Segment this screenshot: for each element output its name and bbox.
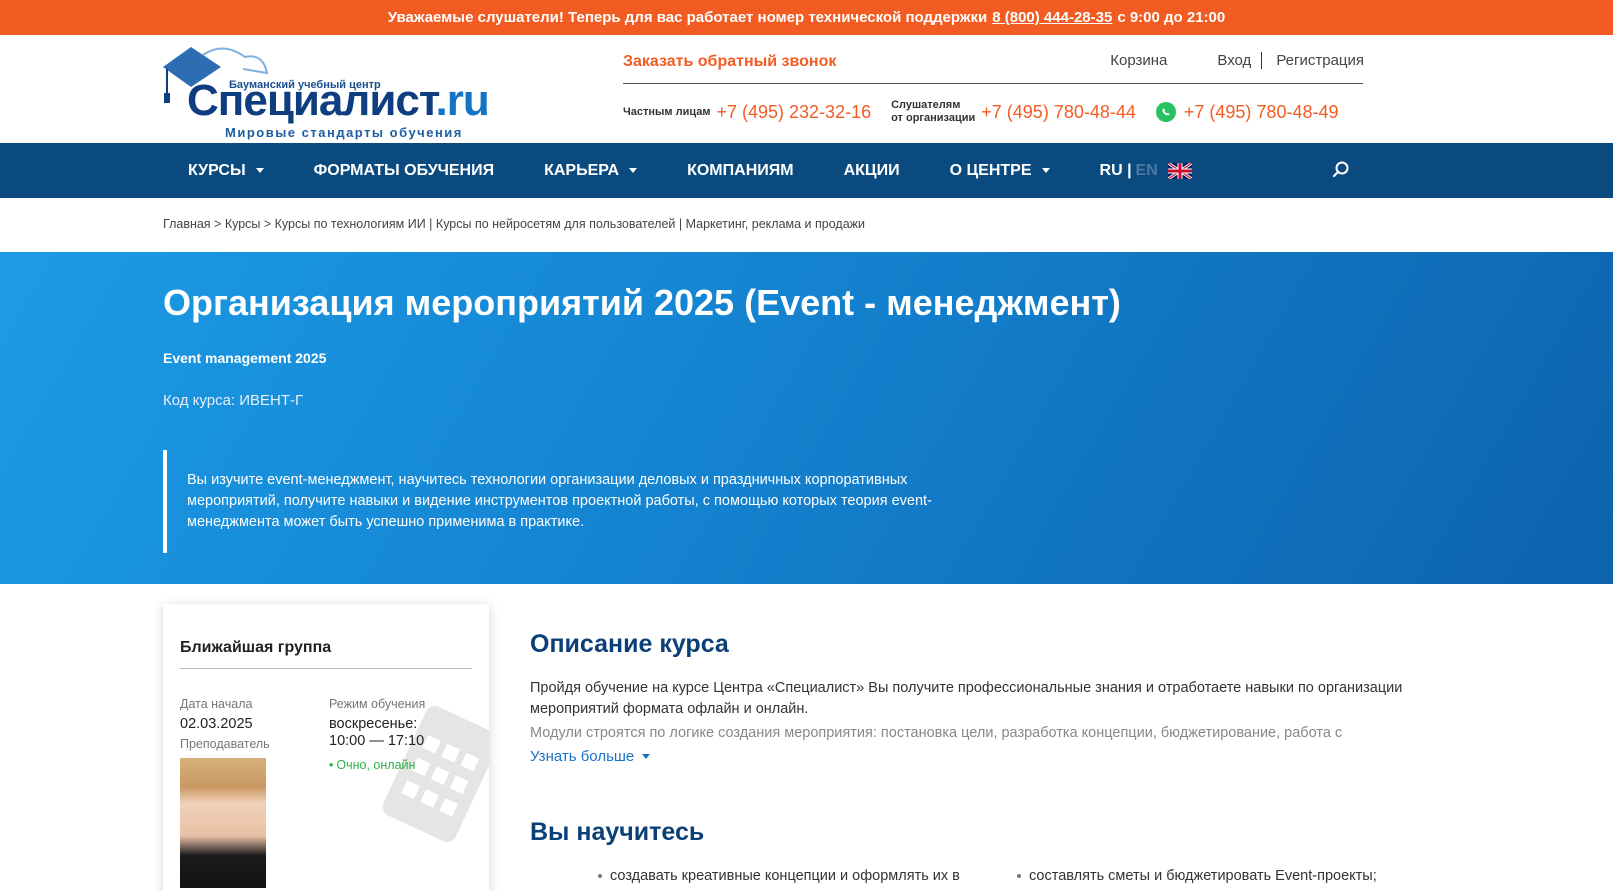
description-text: Пройдя обучение на курсе Центра «Специал… [530, 680, 1403, 717]
whatsapp-phone-link[interactable]: +7 (495) 780-48-49 [1184, 102, 1339, 123]
site-logo[interactable]: Бауманский учебный центр Специалист.ru М… [163, 45, 490, 140]
bullet-icon [1017, 874, 1021, 878]
nearest-group-card: Ближайшая группа Дата начала 02.03.2025 … [163, 604, 489, 891]
read-more-link[interactable]: Узнать больше [530, 748, 651, 765]
language-switcher: RU | EN [1075, 162, 1192, 180]
announcement-text: Уважаемые слушатели! Теперь для вас рабо… [387, 9, 988, 26]
private-phone-link[interactable]: +7 (495) 232-32-16 [716, 102, 871, 123]
chevron-down-icon [642, 754, 651, 759]
card-divider [180, 668, 472, 669]
nav-item-formats[interactable]: ФОРМАТЫ ОБУЧЕНИЯ [289, 162, 520, 180]
main-nav: КУРСЫ ФОРМАТЫ ОБУЧЕНИЯ КАРЬЕРА КОМПАНИЯМ… [0, 143, 1613, 198]
private-label: Частным лицам [623, 105, 711, 118]
user-links: Корзина Вход Регистрация [1110, 52, 1364, 69]
nav-item-companies[interactable]: КОМПАНИЯМ [662, 162, 818, 180]
cart-link[interactable]: Корзина [1110, 52, 1167, 69]
support-phone-link[interactable]: 8 (800) 444-28-35 [992, 9, 1112, 26]
org-label: Слушателям от организации [891, 99, 976, 124]
nav-item-about[interactable]: О ЦЕНТРЕ [925, 162, 1075, 180]
page-title: Организация мероприятий 2025 (Event - ме… [163, 282, 1121, 323]
nav-item-promotions[interactable]: АКЦИИ [819, 162, 925, 180]
org-phone-link[interactable]: +7 (495) 780-48-44 [981, 102, 1136, 123]
course-hero: Организация мероприятий 2025 (Event - ме… [0, 252, 1613, 584]
teacher-label: Преподаватель [180, 737, 270, 751]
logo-slogan: Мировые стандарты обучения [225, 125, 463, 140]
learn-item: составлять сметы и бюджетировать Event-п… [1017, 868, 1377, 884]
search-icon[interactable] [1331, 160, 1351, 180]
format-status: Очно, онлайн [329, 758, 415, 772]
announcement-hours: с 9:00 до 21:00 [1117, 9, 1226, 26]
description-more-text: Модули строятся по логике создания мероп… [530, 725, 1343, 741]
register-link[interactable]: Регистрация [1262, 52, 1364, 69]
bullet-icon [598, 874, 602, 878]
start-date-value: 02.03.2025 [180, 716, 253, 732]
chevron-down-icon [255, 168, 264, 173]
org-phone-group: Слушателям от организации +7 (495) 780-48… [891, 99, 1136, 125]
schedule-value: воскресенье: 10:00 — 17:10 [329, 716, 425, 749]
course-code: Код курса: ИВЕНТ-Г [163, 392, 304, 409]
login-link[interactable]: Вход [1217, 52, 1263, 69]
card-title: Ближайшая группа [180, 639, 332, 656]
nav-items: КУРСЫ ФОРМАТЫ ОБУЧЕНИЯ КАРЬЕРА КОМПАНИЯМ… [163, 143, 1363, 198]
announcement-bar: Уважаемые слушатели! Теперь для вас рабо… [0, 0, 1613, 35]
uk-flag-icon[interactable] [1167, 162, 1192, 179]
nav-item-career[interactable]: КАРЬЕРА [519, 162, 662, 180]
learn-item: создавать креативные концепции и оформля… [598, 868, 960, 884]
private-phone-group: Частным лицам +7 (495) 232-32-16 [623, 102, 871, 123]
lang-en-link[interactable]: EN [1136, 162, 1158, 180]
course-summary: Вы изучите event-менеджмент, научитесь т… [163, 450, 963, 553]
teacher-photo[interactable] [180, 758, 266, 888]
callback-link[interactable]: Заказать обратный звонок [623, 53, 836, 71]
logo-wordmark: Специалист.ru [187, 76, 490, 125]
chevron-down-icon [1041, 168, 1050, 173]
site-header: Бауманский учебный центр Специалист.ru М… [0, 35, 1613, 143]
start-date-label: Дата начала [180, 697, 253, 711]
lang-ru-link[interactable]: RU | [1100, 162, 1132, 180]
whatsapp-icon[interactable] [1155, 102, 1176, 122]
header-divider [623, 83, 1363, 84]
breadcrumb[interactable]: Главная > Курсы > Курсы по технологиям И… [163, 217, 865, 231]
chevron-down-icon [629, 168, 638, 173]
nav-item-courses[interactable]: КУРСЫ [163, 162, 289, 180]
course-subtitle: Event management 2025 [163, 350, 327, 366]
learn-heading: Вы научитесь [530, 818, 705, 846]
description-heading: Описание курса [530, 630, 729, 658]
contact-phones: Частным лицам +7 (495) 232-32-16 Слушате… [623, 95, 1338, 129]
mode-label: Режим обучения [329, 697, 426, 711]
